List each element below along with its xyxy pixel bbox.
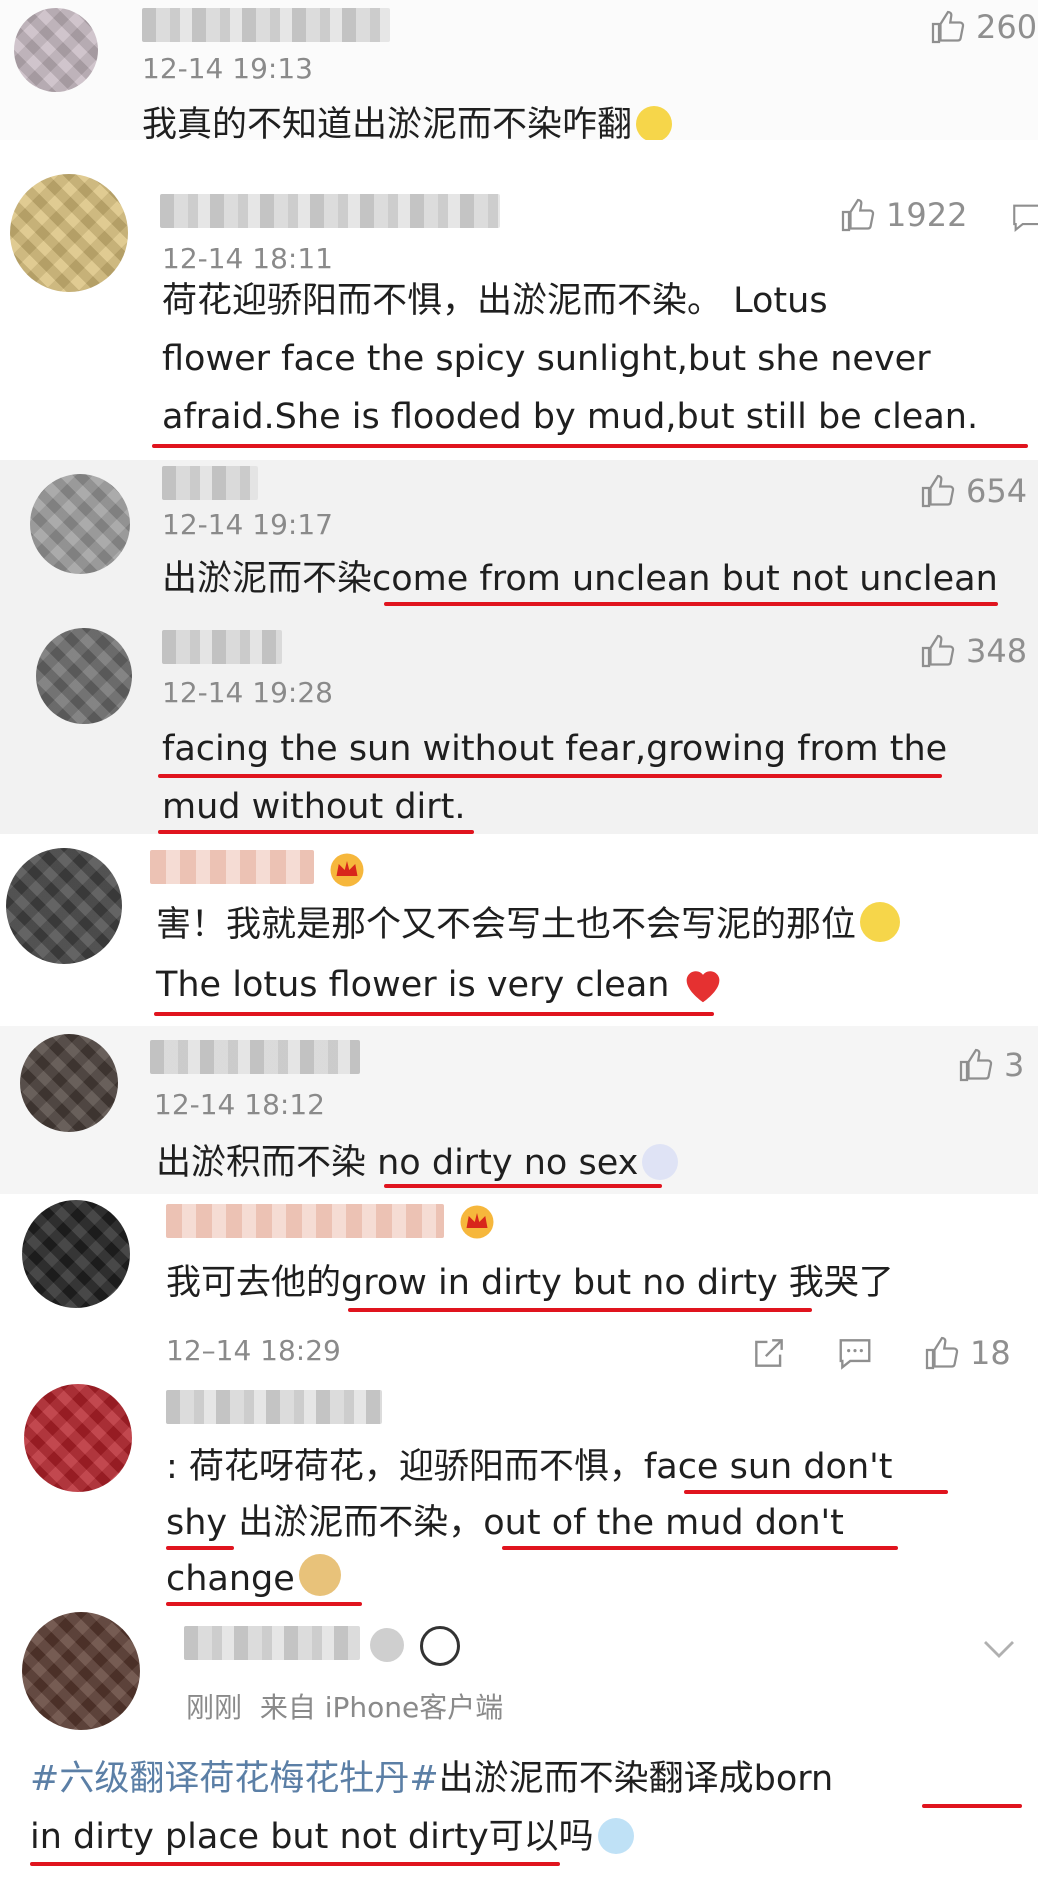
- comment-line: 荷花迎骄阳而不惧，出淤泥而不染。 Lotus: [162, 281, 828, 321]
- highlight-underline: [154, 1012, 714, 1016]
- like-count: 1922: [886, 196, 968, 234]
- timestamp: 12-14 18:12: [154, 1088, 325, 1121]
- comment-9: 刚刚 来自 iPhone客户端 #六级翻译荷花梅花牡丹#出淤泥而不染翻译成bor…: [0, 1608, 1038, 1888]
- medal-badge-icon: [370, 1628, 404, 1662]
- username-blurred[interactable]: [166, 1204, 444, 1238]
- username-blurred[interactable]: [166, 1390, 382, 1424]
- crown-badge-icon: [460, 1205, 494, 1239]
- comment-line: : 荷花呀荷花，迎骄阳而不惧，face sun don't: [166, 1447, 893, 1487]
- like-count: 3: [1004, 1046, 1025, 1084]
- timestamp: 12–14 18:29: [166, 1334, 341, 1367]
- highlight-underline: [922, 1804, 1022, 1808]
- highlight-underline: [348, 1308, 812, 1312]
- avatar[interactable]: [22, 1200, 130, 1308]
- comment-line: flower face the spicy sunlight,but she n…: [162, 339, 931, 379]
- thumbs-up-icon: [921, 634, 955, 668]
- comment-line: The lotus flower is very clean: [156, 960, 725, 1010]
- like-button[interactable]: 348: [920, 632, 1027, 670]
- crown-badge-icon: [330, 853, 364, 887]
- avatar[interactable]: [36, 628, 132, 724]
- timestamp: 刚刚 来自 iPhone客户端: [186, 1691, 504, 1724]
- timestamp: 12-14 19:28: [162, 676, 333, 709]
- thumbs-up-icon: [931, 10, 965, 44]
- username-blurred[interactable]: [162, 466, 258, 500]
- avatar[interactable]: [22, 1612, 140, 1730]
- like-button[interactable]: 260: [930, 8, 1037, 46]
- timestamp: 12-14 19:13: [142, 52, 313, 85]
- username-blurred[interactable]: [162, 630, 282, 664]
- smiley-emoji-icon: [636, 106, 673, 140]
- like-button[interactable]: 3: [958, 1046, 1024, 1084]
- heart-emoji-icon: [686, 971, 719, 1003]
- comment-2: 12-14 18:11 1922 荷花迎骄阳而不惧，出淤泥而不染。 Lotus …: [0, 160, 1038, 458]
- comment-8: : 荷花呀荷花，迎骄阳而不惧，face sun don't shy 出淤泥而不染…: [0, 1380, 1038, 1608]
- grin-emoji-icon: [860, 902, 901, 942]
- timestamp: 12-14 19:17: [162, 508, 333, 541]
- avatar[interactable]: [6, 848, 122, 964]
- thumbs-up-icon: [925, 1336, 959, 1370]
- panda-badge-icon: [420, 1626, 460, 1666]
- username-blurred[interactable]: [142, 8, 390, 42]
- share-icon[interactable]: [750, 1334, 788, 1372]
- comment-3: 12-14 19:17 654 出淤泥而不染come from unclean …: [0, 460, 1038, 618]
- avatar[interactable]: [30, 474, 130, 574]
- highlight-underline: [384, 602, 998, 606]
- chevron-down-icon[interactable]: [978, 1628, 1020, 1670]
- comment-text: 我可去他的grow in dirty but no dirty 我哭了: [166, 1263, 894, 1303]
- username-blurred[interactable]: [184, 1626, 360, 1660]
- comment-line: shy 出淤泥而不染，out of the mud don't: [166, 1503, 844, 1543]
- comment-line: afraid.She is flooded by mud,but still b…: [162, 397, 979, 437]
- comment-icon[interactable]: [1010, 200, 1038, 234]
- comment-line: change: [166, 1554, 341, 1604]
- avatar[interactable]: [14, 8, 98, 92]
- avatar[interactable]: [10, 174, 128, 292]
- comment-4: 12-14 19:28 348 facing the sun without f…: [0, 618, 1038, 834]
- highlight-underline: [166, 1602, 362, 1606]
- post-source: 来自 iPhone客户端: [259, 1691, 504, 1724]
- comment-text: 出淤泥而不染come from unclean but not unclean: [162, 559, 998, 599]
- highlight-underline: [684, 1490, 948, 1494]
- username-blurred[interactable]: [150, 1040, 360, 1074]
- comment-text: 出淤积而不染 no dirty no sex: [156, 1138, 679, 1188]
- highlight-underline: [30, 1862, 560, 1866]
- comment-line: mud without dirt.: [162, 787, 466, 827]
- like-count: 18: [970, 1334, 1011, 1372]
- comment-icon[interactable]: [836, 1334, 874, 1372]
- highlight-underline: [166, 1546, 234, 1550]
- hashtag[interactable]: #六级翻译荷花梅花牡丹#: [30, 1759, 439, 1799]
- like-button[interactable]: 654: [920, 472, 1027, 510]
- like-button[interactable]: 18: [924, 1334, 1011, 1372]
- username-blurred[interactable]: [160, 194, 500, 228]
- post-line: #六级翻译荷花梅花牡丹#出淤泥而不染翻译成born: [30, 1759, 834, 1799]
- like-count: 348: [966, 632, 1028, 670]
- comment-6: 12-14 18:12 3 出淤积而不染 no dirty no sex: [0, 1026, 1038, 1194]
- like-count: 260: [976, 8, 1038, 46]
- thumbs-up-icon: [959, 1048, 993, 1082]
- highlight-underline: [384, 1184, 662, 1188]
- comment-7: 我可去他的grow in dirty but no dirty 我哭了 12–1…: [0, 1194, 1038, 1376]
- highlight-underline: [502, 1546, 898, 1550]
- highlight-underline: [152, 444, 1028, 448]
- like-button[interactable]: 1922: [840, 196, 967, 234]
- comment-line: 害！我就是那个又不会写土也不会写泥的那位: [156, 900, 901, 950]
- comment-5: 害！我就是那个又不会写土也不会写泥的那位 The lotus flower is…: [0, 840, 1038, 1026]
- avatar[interactable]: [20, 1034, 118, 1132]
- avatar[interactable]: [24, 1384, 132, 1492]
- doge-emoji-icon: [298, 1554, 341, 1596]
- highlight-underline: [158, 830, 474, 834]
- comment-text: 我真的不知道出淤泥而不染咋翻: [142, 100, 673, 140]
- thumbs-up-icon: [921, 474, 955, 508]
- comment-line: facing the sun without fear,growing from…: [162, 729, 948, 769]
- thumbs-up-icon: [841, 198, 875, 232]
- timestamp: 12-14 18:11: [162, 242, 333, 275]
- highlight-underline: [158, 774, 942, 778]
- post-line: in dirty place but not dirty可以吗: [30, 1812, 634, 1862]
- emoji-icon: [597, 1818, 634, 1854]
- like-count: 654: [966, 472, 1028, 510]
- comment-1: 12-14 19:13 260 我真的不知道出淤泥而不染咋翻: [0, 0, 1038, 140]
- username-blurred[interactable]: [150, 850, 314, 884]
- panda-emoji-icon: [642, 1144, 679, 1180]
